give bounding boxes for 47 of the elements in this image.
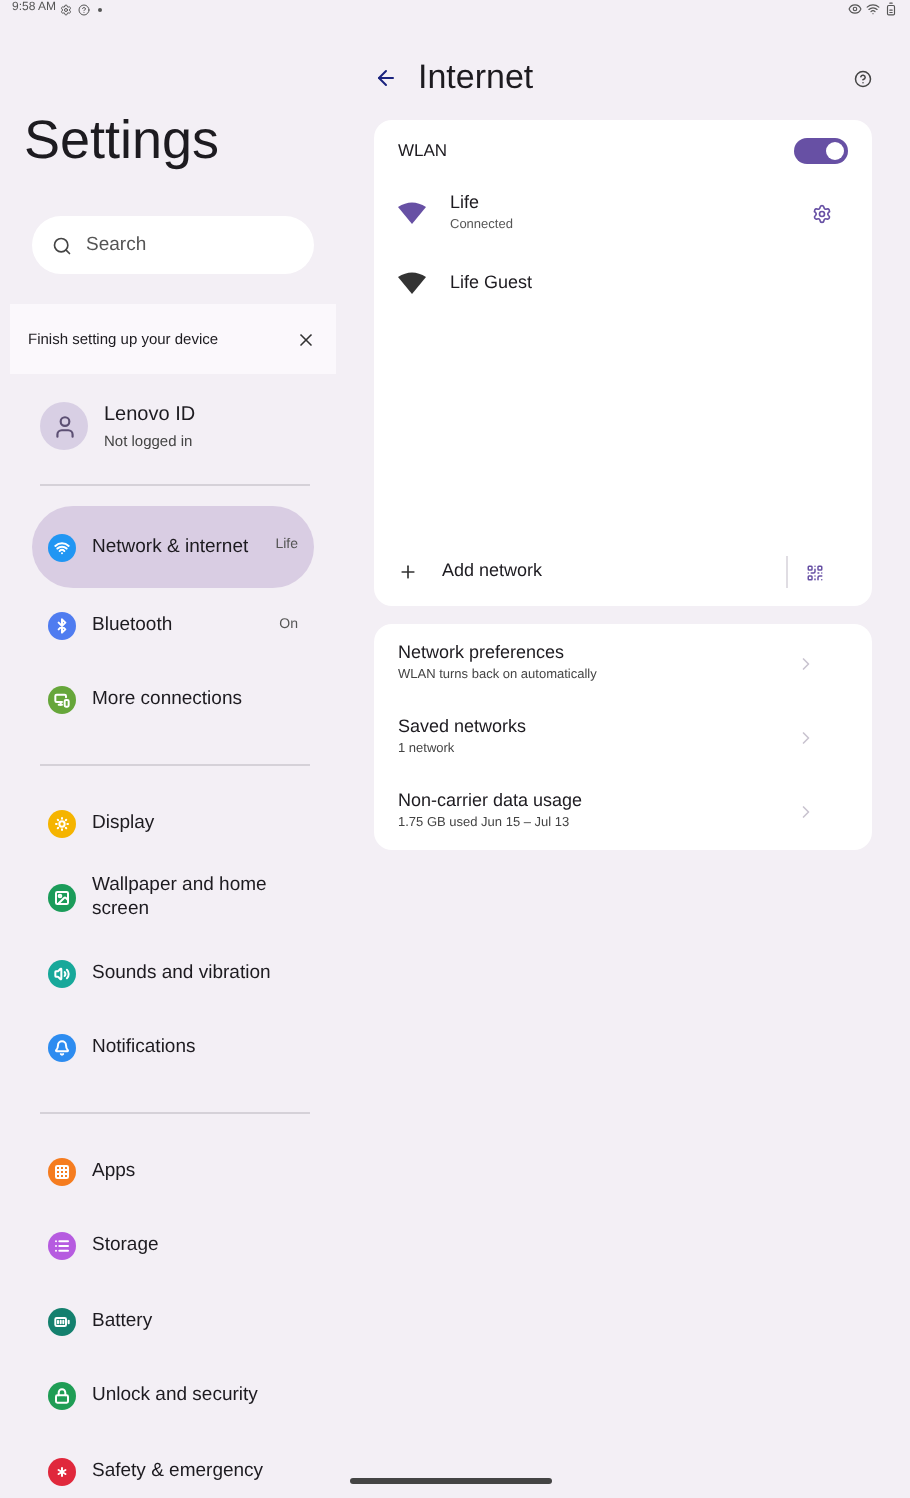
close-icon[interactable] [296,329,316,349]
menu-item[interactable]: More connections [32,663,314,738]
menu-label: Bluetooth [92,613,175,638]
menu-item[interactable]: Unlock and security [32,1359,314,1434]
menu-label: Network & internet [92,535,251,559]
menu-label: Display [92,811,157,836]
menu-item[interactable]: Battery [32,1284,314,1359]
avatar-icon [40,402,88,450]
gear-icon [60,3,73,15]
menu-label: Sounds and vibration [92,961,273,986]
page-title: Internet [418,56,536,101]
back-icon[interactable] [374,66,398,90]
wifi-status-icon [866,2,880,16]
network-item[interactable]: Life Guest [398,248,848,318]
settings-icon[interactable] [812,203,832,223]
menu-label: Battery [92,1309,155,1334]
menu-label: Apps [92,1159,138,1184]
plus-icon [398,562,418,582]
menu-label: Unlock and security [92,1384,260,1409]
menu-label: Notifications [92,1036,198,1061]
menu-item[interactable]: Apps [32,1134,314,1209]
wlan-label: WLAN [398,137,450,163]
menu-label: Storage [92,1234,161,1259]
option-title: Saved networks [398,713,529,740]
menu-item[interactable]: Storage [32,1209,314,1284]
qr-scan-icon[interactable] [806,563,824,581]
network-name: Life [450,189,482,216]
help-icon[interactable] [854,69,872,87]
wlan-toggle[interactable] [794,137,848,163]
menu-label: Wallpaper and home screen [92,874,269,923]
add-network[interactable]: Add network [442,558,786,586]
menu-item[interactable]: Safety & emergency [32,1434,314,1498]
eye-icon [848,2,862,16]
menu-item[interactable]: Sounds and vibration [32,936,314,1011]
menu-label: Safety & emergency [92,1459,266,1484]
option-title: Non-carrier data usage [398,787,585,814]
menu-item[interactable]: Display [32,786,314,861]
account-name: Lenovo ID [104,401,196,430]
network-name: Life Guest [450,269,535,296]
settings-title: Settings [22,108,222,172]
search-field[interactable]: Search [32,216,314,274]
search-icon [52,235,72,255]
option-title: Network preferences [398,639,567,666]
battery-status-icon [884,2,898,16]
menu-item[interactable]: Wallpaper and home screen [32,861,314,936]
menu-item[interactable]: Notifications [32,1011,314,1086]
menu-label: More connections [92,688,244,713]
